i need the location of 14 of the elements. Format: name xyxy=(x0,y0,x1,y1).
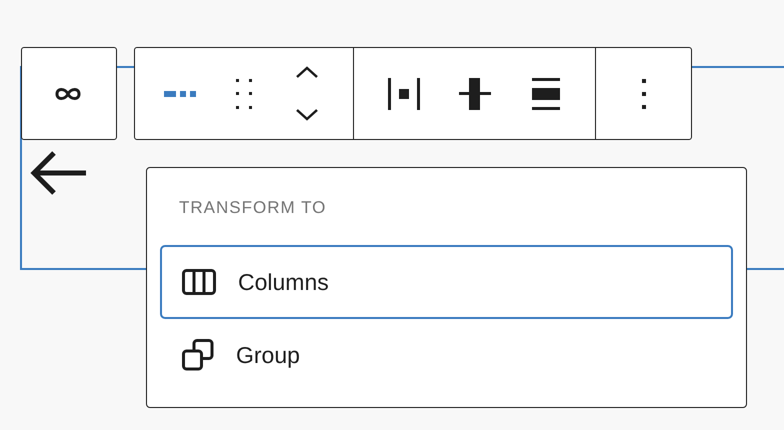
back-arrow-icon xyxy=(30,150,88,196)
columns-icon xyxy=(182,269,216,295)
menu-item[interactable]: Columns xyxy=(160,245,733,319)
more-icon xyxy=(642,78,646,108)
drag-icon xyxy=(236,78,252,108)
chevron-up-icon xyxy=(295,66,320,79)
stretch-icon xyxy=(532,78,560,110)
menu-item[interactable]: Group xyxy=(160,319,733,391)
chevron-down-icon xyxy=(295,108,320,121)
menu-heading: TRANSFORM TO xyxy=(178,198,326,218)
align-middle-icon xyxy=(458,78,490,110)
justify-center-icon xyxy=(388,78,420,110)
dashes-icon xyxy=(164,90,198,96)
group-icon xyxy=(182,339,214,371)
